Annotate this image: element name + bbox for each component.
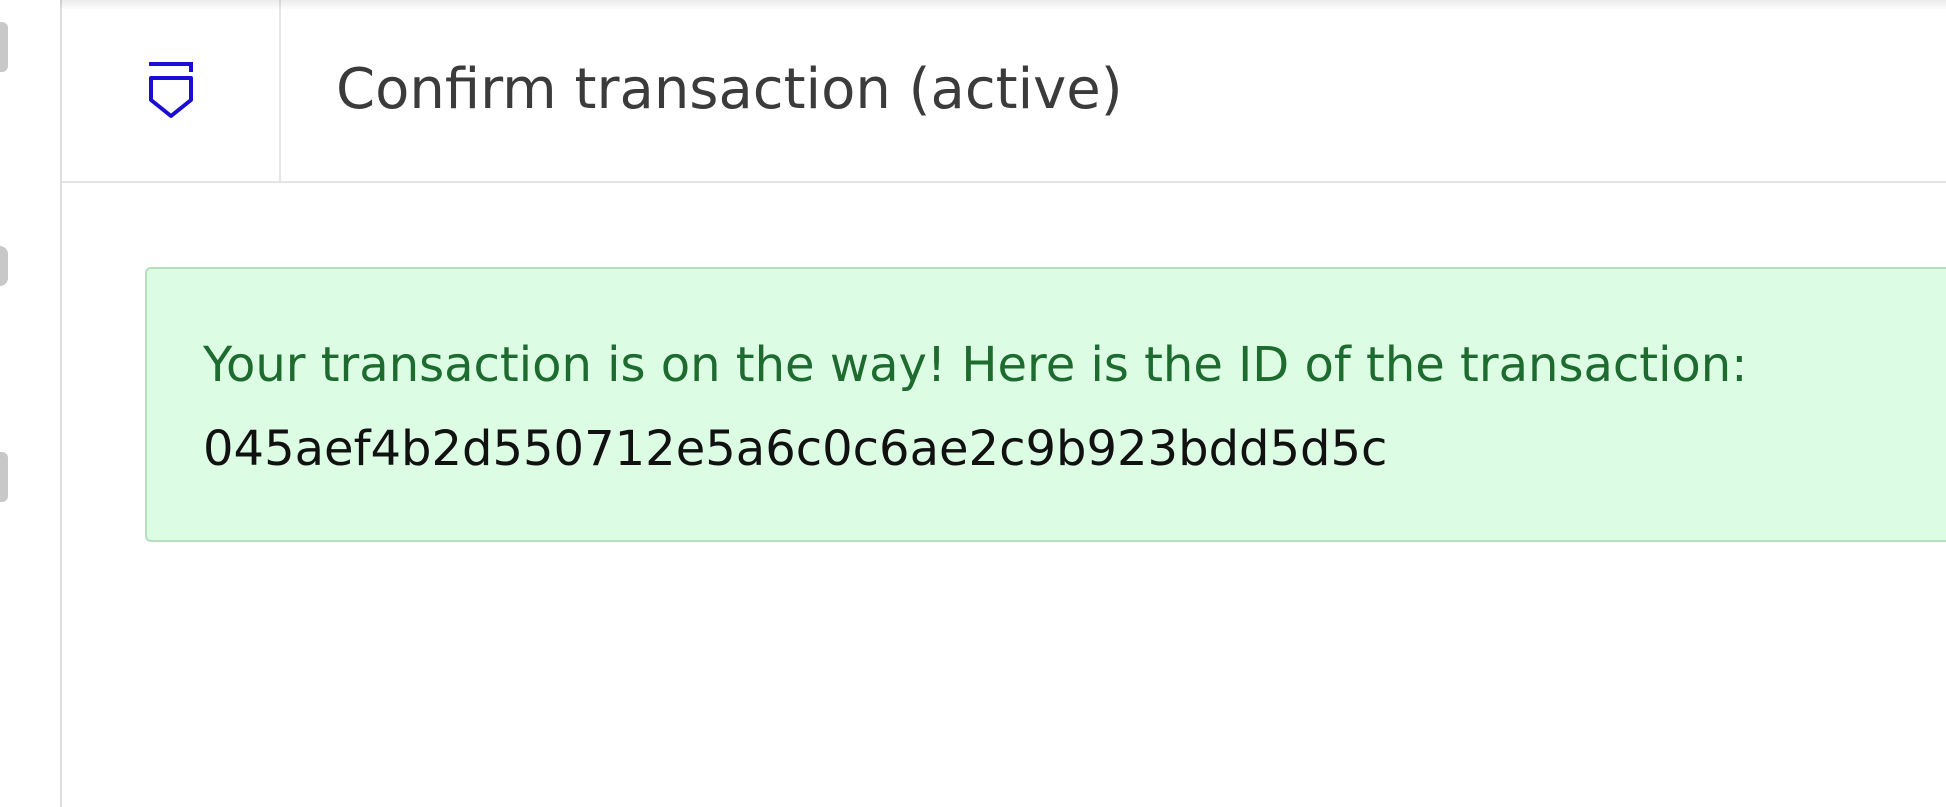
logo-cell [62,0,281,181]
sidebar-handle[interactable] [0,22,8,72]
transaction-id[interactable]: 045aef4b2d550712e5a6c0c6ae2c9b923bdd5d5c [203,417,1387,481]
shield-icon [147,61,195,120]
page-title: Confirm transaction (active) [336,57,1123,122]
left-sidebar-strip [0,0,60,807]
sidebar-handle[interactable] [0,246,8,286]
alert-message: Your transaction is on the way! Here is … [203,337,1748,393]
sidebar-handle[interactable] [0,452,8,502]
success-alert: Your transaction is on the way! Here is … [145,267,1946,542]
transaction-panel: Confirm transaction (active) Your transa… [60,0,1946,807]
panel-header: Confirm transaction (active) [62,0,1946,183]
